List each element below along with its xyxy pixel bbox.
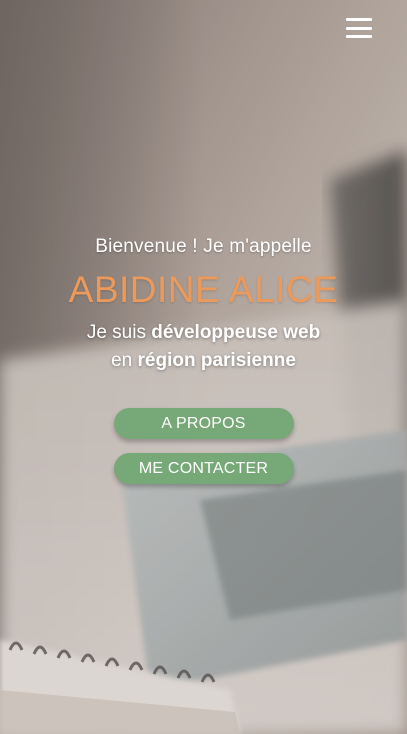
hamburger-menu-icon[interactable] bbox=[346, 16, 372, 40]
hero-section: Bienvenue ! Je m'appelle ABIDINE ALICE J… bbox=[0, 0, 407, 734]
tagline-1-strong: développeuse web bbox=[151, 322, 321, 343]
menu-bar-bottom bbox=[346, 35, 372, 38]
contact-button[interactable]: ME CONTACTER bbox=[113, 453, 294, 484]
tagline-2-strong: région parisienne bbox=[137, 350, 296, 371]
menu-bar-middle bbox=[346, 26, 372, 30]
cta-buttons: A PROPOS ME CONTACTER bbox=[0, 408, 407, 484]
tagline-1-prefix: Je suis bbox=[86, 322, 152, 343]
menu-bar-top bbox=[346, 18, 372, 21]
person-name: ABIDINE ALICE bbox=[68, 269, 339, 310]
tagline-2-prefix: en bbox=[111, 350, 138, 371]
tagline-line-2: en région parisienne bbox=[0, 347, 407, 375]
welcome-text: Bienvenue ! Je m'appelle bbox=[95, 236, 312, 257]
about-button[interactable]: A PROPOS bbox=[113, 408, 294, 439]
tagline-line-1: Je suis développeuse web bbox=[0, 319, 407, 347]
intro-block: Bienvenue ! Je m'appelle ABIDINE ALICE J… bbox=[0, 232, 407, 375]
